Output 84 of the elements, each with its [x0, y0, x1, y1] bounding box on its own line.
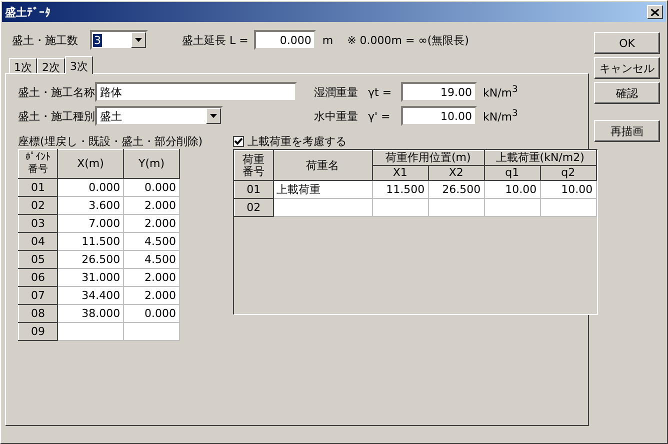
dropdown-arrow-button[interactable]: [206, 108, 221, 124]
table-cell[interactable]: 2.000: [124, 214, 180, 232]
table-cell[interactable]: 3.600: [58, 196, 124, 214]
table-cell[interactable]: 34.400: [58, 286, 124, 304]
dialog-button[interactable]: 確認: [594, 82, 660, 104]
close-icon: [651, 8, 659, 16]
table-cell[interactable]: [124, 322, 180, 340]
symbol-label: γ' =: [368, 110, 392, 122]
dialog-button[interactable]: 再描画: [594, 120, 660, 142]
dialog-button[interactable]: OK: [594, 32, 660, 54]
table-cell[interactable]: 11.500: [58, 232, 124, 250]
unit-label: kN/m$^{3}$: [483, 84, 518, 100]
table-cell[interactable]: [540, 198, 596, 216]
field-label: 盛土・施工種別: [18, 108, 95, 124]
column-header: ﾎﾟｲﾝﾄ番号: [18, 150, 58, 178]
unit-label: kN/m$^{3}$: [483, 108, 518, 124]
table-cell[interactable]: [484, 198, 540, 216]
window-title: 盛土ﾃﾞｰﾀ: [5, 4, 51, 20]
row-header: 03: [18, 214, 58, 232]
note-text: ※ 0.000m = ∞(無限長): [347, 32, 469, 48]
row-header: 05: [18, 250, 58, 268]
column-header: Y(m): [124, 150, 180, 178]
table-cell[interactable]: 26.500: [428, 180, 484, 198]
caret-icon: [135, 38, 142, 42]
field-label: 湿潤重量: [314, 84, 359, 100]
table-cell[interactable]: 0.000: [124, 178, 180, 196]
close-button[interactable]: [647, 5, 663, 19]
row-header: 09: [18, 322, 58, 340]
section-title: 座標(埋戻し・既設・盛土・部分削除): [18, 134, 203, 148]
row-header: 01: [18, 178, 58, 196]
count-dropdown[interactable]: 3: [90, 30, 148, 50]
symbol-label: γt =: [368, 86, 393, 98]
table-cell[interactable]: 0.000: [58, 178, 124, 196]
name-field[interactable]: 路体: [95, 82, 297, 102]
table-cell[interactable]: 38.000: [58, 304, 124, 322]
table-cell[interactable]: 31.000: [58, 268, 124, 286]
table-cell[interactable]: 11.500: [372, 180, 428, 198]
checkbox[interactable]: [232, 136, 244, 146]
column-header: q2: [540, 166, 596, 180]
row-header: 01: [234, 180, 274, 198]
type-dropdown[interactable]: 盛土: [95, 106, 223, 126]
caret-icon: [210, 114, 217, 118]
length-field[interactable]: 0.000: [254, 30, 316, 50]
table-cell[interactable]: 10.00: [540, 180, 596, 198]
dialog-button[interactable]: キャンセル: [594, 57, 660, 79]
table-cell[interactable]: 26.500: [58, 250, 124, 268]
table-cell[interactable]: 10.00: [484, 180, 540, 198]
table-cell[interactable]: 0.000: [124, 304, 180, 322]
row-header: 02: [234, 198, 274, 216]
table-cell[interactable]: [372, 198, 428, 216]
table-cell[interactable]: 2.000: [124, 286, 180, 304]
row-header: 06: [18, 268, 58, 286]
weight-field[interactable]: 10.00: [401, 106, 477, 126]
row-header: 07: [18, 286, 58, 304]
column-header: 荷重番号: [234, 150, 274, 180]
tab[interactable]: 1次: [9, 58, 37, 73]
field-label: 盛土・施工数: [12, 32, 78, 48]
table-cell[interactable]: [428, 198, 484, 216]
column-header: 荷重作用位置(m): [372, 150, 484, 166]
column-header: 荷重名: [273, 150, 372, 180]
row-header: 02: [18, 196, 58, 214]
column-header: q1: [484, 166, 540, 180]
weight-field[interactable]: 19.00: [401, 82, 477, 102]
column-header: X(m): [58, 150, 124, 178]
row-header: 04: [18, 232, 58, 250]
unit-label: m: [322, 34, 334, 46]
table-cell[interactable]: 2.000: [124, 196, 180, 214]
field-label: 盛土延長 L =: [182, 32, 248, 48]
column-header: X2: [428, 166, 484, 180]
dropdown-arrow-button[interactable]: [131, 32, 146, 48]
column-header: X1: [372, 166, 428, 180]
table-cell[interactable]: 7.000: [58, 214, 124, 232]
table-cell[interactable]: 4.500: [124, 250, 180, 268]
row-header: 08: [18, 304, 58, 322]
column-header: 上載荷重(kN/m2): [484, 150, 596, 166]
table-cell[interactable]: 4.500: [124, 232, 180, 250]
table-cell[interactable]: [58, 322, 124, 340]
table-cell[interactable]: 上載荷重: [273, 180, 372, 198]
field-label: 水中重量: [314, 108, 359, 124]
table-cell[interactable]: [273, 198, 372, 216]
tab[interactable]: 3次: [65, 56, 93, 74]
field-label: 盛土・施工名称: [18, 84, 95, 100]
checkbox-label: 上載荷重を考慮する: [248, 134, 347, 148]
table-cell[interactable]: 2.000: [124, 268, 180, 286]
